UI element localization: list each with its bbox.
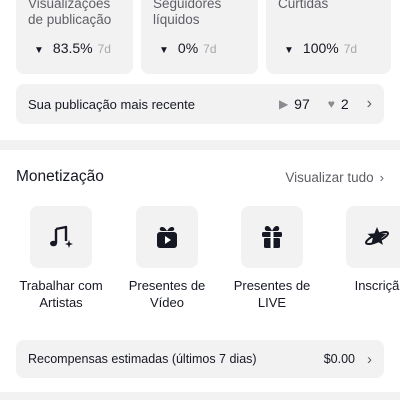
tile-video-gifts[interactable]: Presentes de Vídeo xyxy=(117,206,217,311)
recent-post-label: Sua publicação mais recente xyxy=(28,96,195,112)
stat-period: 7d xyxy=(203,42,217,56)
stat-percent: 83.5% xyxy=(52,40,93,56)
tile-label: Trabalhar com Artistas xyxy=(11,277,111,311)
stat-percent: 0% xyxy=(177,40,199,56)
heart-icon: ♥ xyxy=(327,97,335,111)
rewards-label: Recompensas estimadas (últimos 7 dias) xyxy=(28,352,257,366)
monetization-tiles: Trabalhar com Artistas Presentes de Víde… xyxy=(0,206,400,316)
stat-label: Curtidas xyxy=(278,0,379,28)
stat-period: 7d xyxy=(343,42,358,56)
recent-post-views: ▶ 97 xyxy=(279,96,310,112)
view-all-label: Visualizar tudo xyxy=(285,170,374,185)
gift-video-icon xyxy=(157,227,177,248)
stat-value: ▼ 100% 7d xyxy=(284,40,357,56)
stat-label-line1: Seguidores xyxy=(153,0,222,11)
stat-value: ▼ 83.5% 7d xyxy=(34,40,111,56)
tile-label: Presentes de Vídeo xyxy=(117,277,217,311)
stat-card-likes[interactable]: Curtidas ▼ 100% 7d xyxy=(266,0,391,74)
stat-label-line2: líquidos xyxy=(153,12,200,27)
star-planet-icon xyxy=(365,227,389,245)
tile-icon-box xyxy=(30,206,92,268)
chevron-right-icon: › xyxy=(379,170,384,185)
likes-count: 2 xyxy=(340,96,349,112)
tile-label-line1: Inscriçã xyxy=(354,278,400,293)
tile-label-line1: Trabalhar com xyxy=(19,278,103,293)
triangle-down-icon: ▼ xyxy=(159,45,169,56)
chevron-right-icon: › xyxy=(367,350,372,368)
stat-label-line1: Visualizações xyxy=(28,0,111,11)
analytics-section: Visualizações de publicação ▼ 83.5% 7d S… xyxy=(0,0,400,140)
rewards-value: $0.00 xyxy=(323,352,355,366)
stat-value: ▼ 0% 7d xyxy=(159,40,217,56)
stat-label-line1: Curtidas xyxy=(278,0,329,11)
music-sparkle-icon xyxy=(50,225,73,248)
tile-work-with-artists[interactable]: Trabalhar com Artistas xyxy=(11,206,111,311)
tile-label-line2: Vídeo xyxy=(150,295,184,310)
stat-label: Seguidores líquidos xyxy=(153,0,246,28)
tile-label: Presentes de LIVE xyxy=(222,277,322,311)
stat-card-post-views[interactable]: Visualizações de publicação ▼ 83.5% 7d xyxy=(16,0,133,74)
stat-percent: 100% xyxy=(302,40,339,56)
view-all-link[interactable]: Visualizar tudo › xyxy=(285,170,384,185)
recent-post-row[interactable]: Sua publicação mais recente ▶ 97 ♥ 2 › xyxy=(16,84,384,124)
stat-period: 7d xyxy=(97,42,111,56)
monetization-section: Monetização Visualizar tudo › Trabalhar … xyxy=(0,150,400,392)
tile-label-line1: Presentes de xyxy=(233,278,311,293)
tile-label: Inscriçã xyxy=(327,277,400,294)
chevron-right-icon: › xyxy=(366,95,372,112)
tile-subscriptions[interactable]: Inscriçã xyxy=(327,206,400,294)
triangle-down-icon: ▼ xyxy=(34,45,44,56)
recent-post-likes: ♥ 2 xyxy=(328,96,349,112)
play-icon: ▶ xyxy=(278,97,289,111)
estimated-rewards-row[interactable]: Recompensas estimadas (últimos 7 dias) $… xyxy=(16,340,384,378)
tile-icon-box xyxy=(241,206,303,268)
tile-icon-box xyxy=(346,206,400,268)
tile-live-gifts[interactable]: Presentes de LIVE xyxy=(222,206,322,311)
tile-icon-box xyxy=(136,206,198,268)
tile-label-line2: Artistas xyxy=(39,295,83,310)
tile-label-line2: LIVE xyxy=(257,295,287,310)
stat-card-net-followers[interactable]: Seguidores líquidos ▼ 0% 7d xyxy=(141,0,258,74)
triangle-down-icon: ▼ xyxy=(284,45,294,56)
views-count: 97 xyxy=(294,96,310,112)
stat-label: Visualizações de publicação xyxy=(28,0,121,28)
gift-icon xyxy=(262,226,282,248)
stat-label-line2: de publicação xyxy=(28,12,112,27)
tile-label-line1: Presentes de xyxy=(128,278,206,293)
monetization-title: Monetização xyxy=(16,168,104,185)
